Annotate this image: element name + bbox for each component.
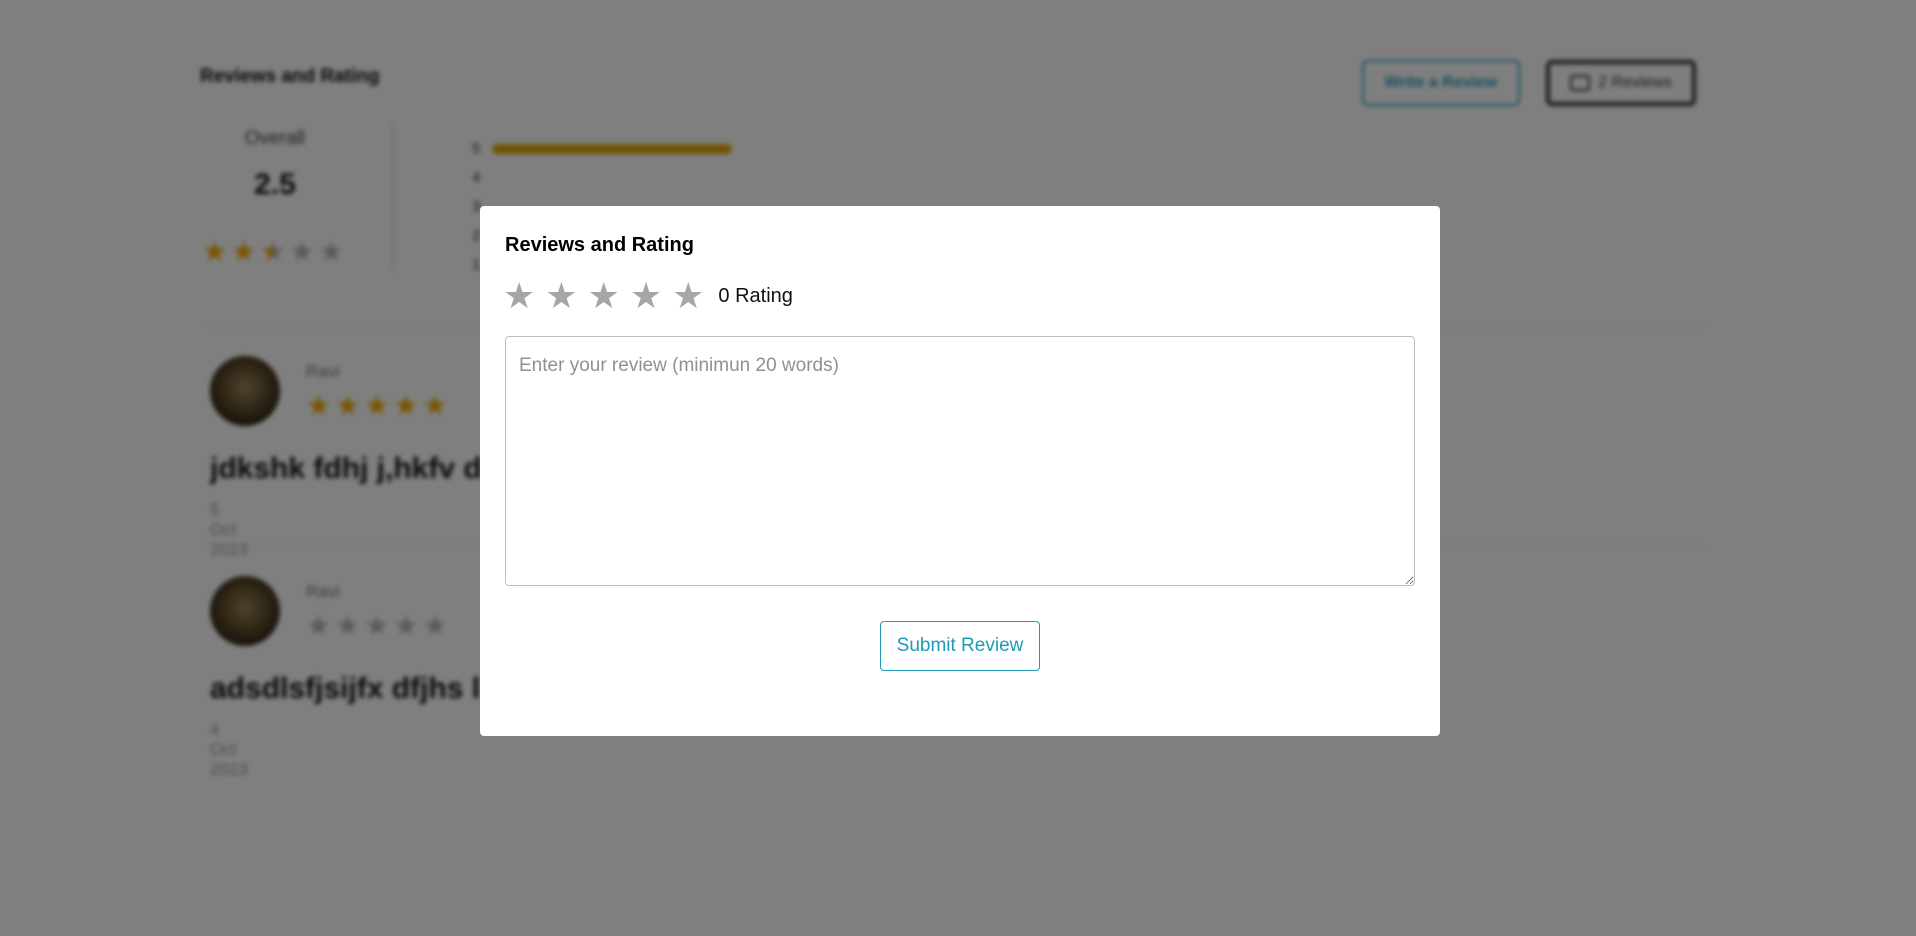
star-icon[interactable]: ★ (545, 278, 577, 314)
star-icon[interactable]: ★ (672, 278, 704, 314)
review-textarea[interactable] (505, 336, 1415, 586)
star-icon[interactable]: ★ (503, 278, 535, 314)
star-rating-input: ★ ★ ★ ★ ★ 0 Rating (503, 278, 793, 314)
star-icon[interactable]: ★ (630, 278, 662, 314)
review-modal: Reviews and Rating ★ ★ ★ ★ ★ 0 Rating Su… (480, 206, 1440, 736)
submit-review-button[interactable]: Submit Review (880, 621, 1040, 671)
modal-title: Reviews and Rating (505, 234, 694, 256)
star-icon[interactable]: ★ (588, 278, 620, 314)
rating-count-text: 0 Rating (718, 284, 793, 307)
